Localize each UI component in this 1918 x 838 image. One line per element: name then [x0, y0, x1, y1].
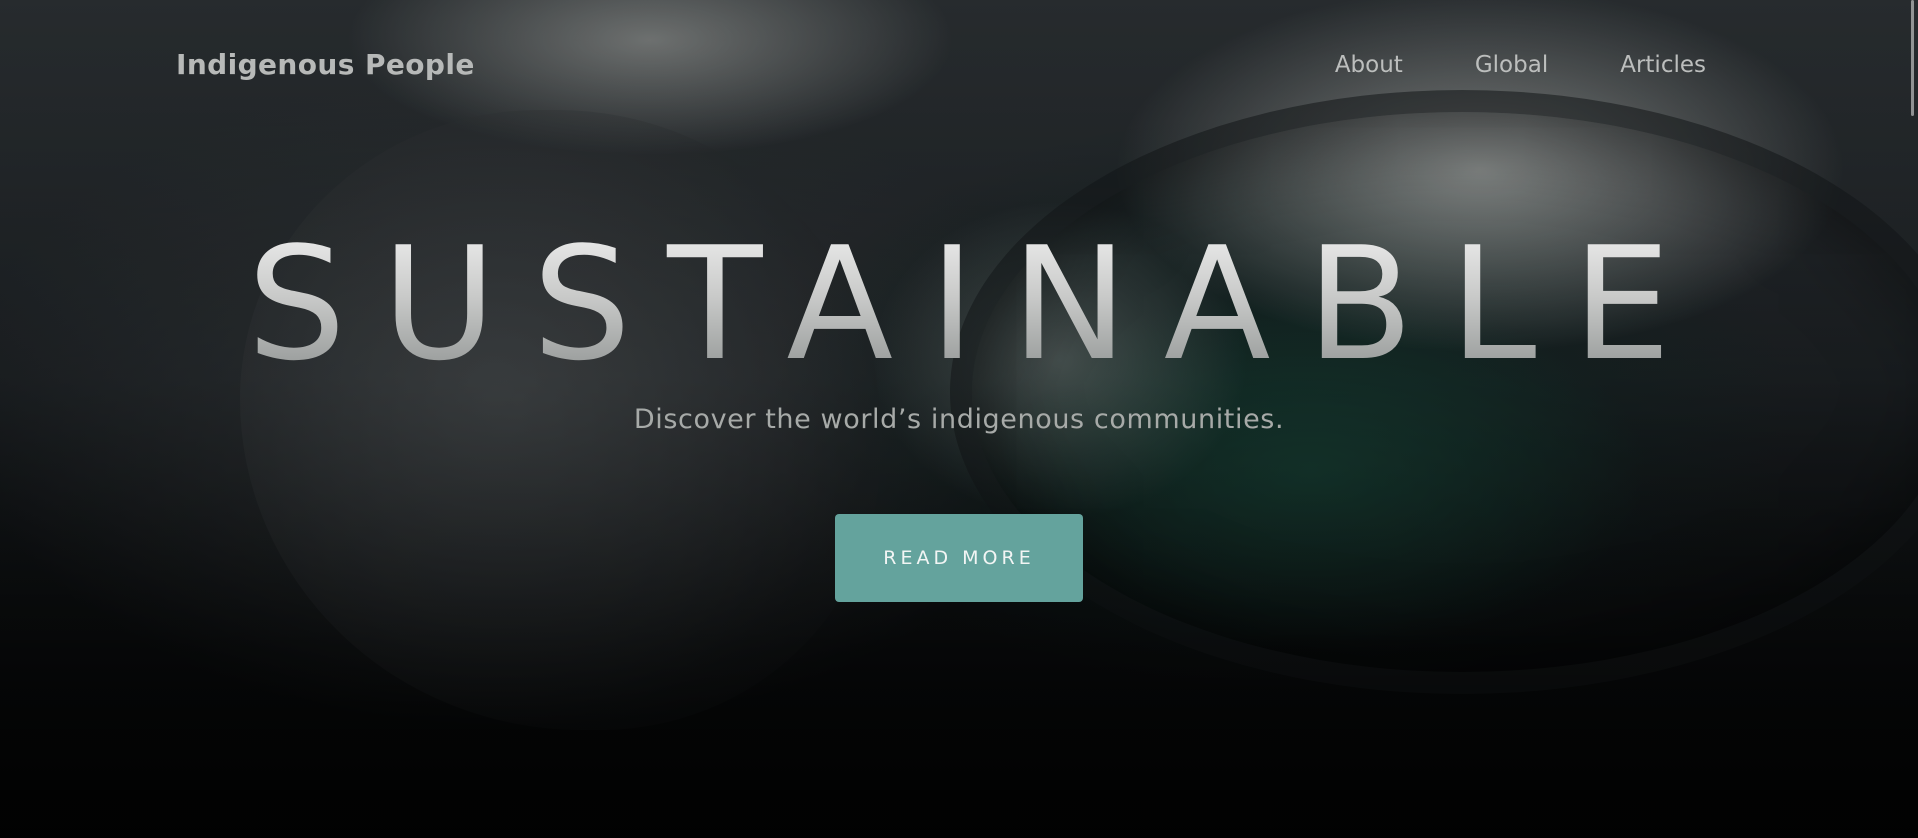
site-logo[interactable]: Indigenous People — [176, 48, 475, 81]
hero-headline: SUSTAINABLE — [0, 226, 1918, 382]
scrollbar[interactable] — [1911, 0, 1914, 116]
hero-section: Indigenous People About Global Articles … — [0, 0, 1918, 838]
nav-link-global[interactable]: Global — [1475, 52, 1548, 78]
hero-tagline: Discover the world’s indigenous communit… — [633, 404, 1285, 435]
read-more-button[interactable]: READ MORE — [835, 514, 1083, 602]
nav-link-articles[interactable]: Articles — [1620, 52, 1706, 78]
top-navigation: Indigenous People About Global Articles — [0, 0, 1918, 132]
nav-links: About Global Articles — [1335, 52, 1706, 78]
nav-link-about[interactable]: About — [1335, 52, 1403, 78]
